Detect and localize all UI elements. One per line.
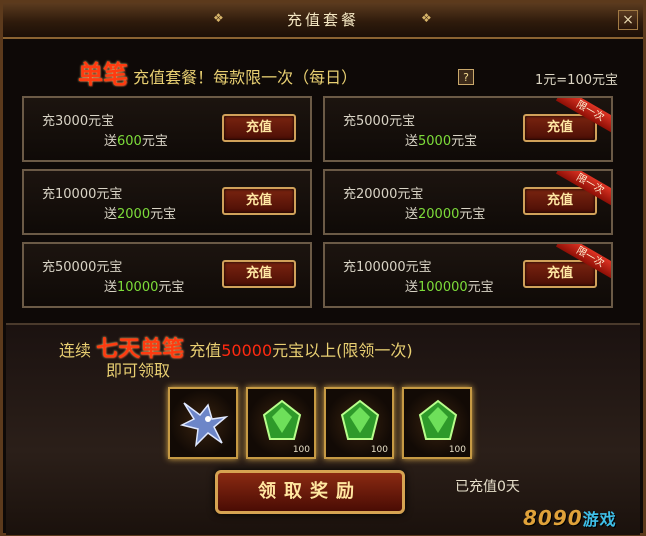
offer-headline: 单笔 充值套餐！每款限一次（每日） [78, 55, 357, 91]
recharge-window: ❖ 充值套餐 ❖ × 单笔 充值套餐！每款限一次（每日） ? 1元=100元宝 … [0, 0, 646, 536]
reward-quantity: 100 [448, 445, 466, 455]
package-charge: 充20000元宝 [343, 187, 424, 202]
package-charge: 充3000元宝 [42, 114, 115, 129]
package-charge: 充5000元宝 [343, 114, 416, 129]
window-title: 充值套餐 [286, 11, 359, 29]
package-charge: 充50000元宝 [42, 260, 123, 275]
brand-zh: 游戏 [582, 510, 617, 529]
reward-quantity: 100 [370, 445, 388, 455]
brand-logo: 8090游戏 [523, 506, 617, 530]
streak-note: 即可领取 [106, 361, 171, 380]
bonus-amount: 10000 [117, 280, 159, 295]
package-bonus: 送100000元宝 [405, 280, 494, 295]
package-bonus: 送5000元宝 [405, 134, 478, 149]
package-bonus: 送10000元宝 [104, 280, 185, 295]
package-card: 充5000元宝 送5000元宝 充值 限一次 [323, 96, 613, 162]
title-bar: ❖ 充值套餐 ❖ × [3, 3, 643, 39]
title-ornament-right-icon: ❖ [421, 11, 432, 25]
package-card: 充20000元宝 送20000元宝 充值 限一次 [323, 169, 613, 235]
charged-days-status: 已充值0天 [455, 479, 520, 495]
package-card: 充10000元宝 送2000元宝 充值 [22, 169, 312, 235]
streak-suffix: 元宝以上(限领一次) [272, 341, 413, 360]
package-bonus: 送20000元宝 [405, 207, 486, 222]
brand-latin: 8090 [523, 506, 583, 530]
green-gem-icon [262, 399, 302, 440]
offer-description: 充值套餐！每款限一次（每日） [133, 68, 358, 87]
reward-slot[interactable]: 100 [246, 387, 316, 459]
dragon-mount-icon [179, 402, 229, 448]
recharge-button[interactable]: 充值 [222, 260, 296, 288]
package-charge: 充10000元宝 [42, 187, 123, 202]
package-card: 充100000元宝 送100000元宝 充值 限一次 [323, 242, 613, 308]
reward-quantity: 100 [292, 445, 310, 455]
claim-reward-button[interactable]: 领取奖励 [215, 470, 405, 514]
bonus-amount: 5000 [418, 134, 452, 149]
package-bonus: 送2000元宝 [104, 207, 177, 222]
green-gem-icon [340, 399, 380, 440]
package-bonus: 送600元宝 [104, 134, 168, 149]
reward-slot[interactable]: 100 [402, 387, 472, 459]
green-gem-icon [418, 399, 458, 440]
exchange-rate: 1元=100元宝 [535, 73, 618, 88]
help-icon[interactable]: ? [458, 69, 474, 85]
bonus-amount: 2000 [117, 207, 151, 222]
package-charge: 充100000元宝 [343, 260, 432, 275]
bonus-amount: 20000 [418, 207, 460, 222]
reward-slot[interactable]: 100 [324, 387, 394, 459]
streak-mid: 充值 [189, 341, 222, 360]
streak-amount: 50000 [221, 341, 273, 360]
bonus-amount: 600 [117, 134, 142, 149]
close-button[interactable]: × [618, 10, 638, 30]
bonus-amount: 100000 [418, 280, 468, 295]
reward-slot[interactable] [168, 387, 238, 459]
recharge-button[interactable]: 充值 [222, 187, 296, 215]
package-card: 充50000元宝 送10000元宝 充值 [22, 242, 312, 308]
streak-prefix: 连续 [59, 341, 92, 360]
single-payment-highlight: 单笔 [78, 60, 129, 89]
recharge-button[interactable]: 充值 [222, 114, 296, 142]
package-card: 充3000元宝 送600元宝 充值 [22, 96, 312, 162]
